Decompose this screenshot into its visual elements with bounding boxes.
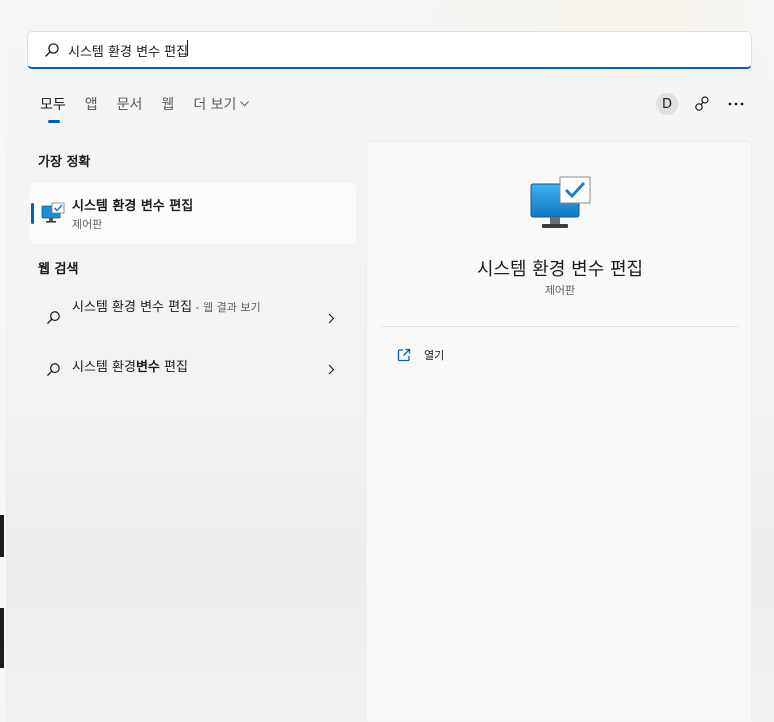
selection-indicator [31, 203, 34, 224]
more-options-button[interactable] [726, 94, 746, 114]
background-window-fragment [0, 515, 4, 557]
chevron-down-icon [240, 101, 250, 107]
open-external-icon [397, 348, 411, 362]
web-result-text-part: 시스템 환경 [72, 360, 136, 375]
preview-pane: 시스템 환경 변수 편집 제어판 열기 [366, 141, 752, 721]
header-actions: D [656, 93, 746, 115]
system-properties-icon [41, 202, 65, 223]
tab-all[interactable]: 모두 [40, 94, 66, 123]
search-icon [45, 42, 59, 57]
text-caret [187, 39, 189, 56]
web-result-suffix: - 웹 결과 보기 [192, 301, 261, 314]
web-result-item[interactable]: 시스템 환경변수 편집 [30, 356, 356, 382]
preview-title: 시스템 환경 변수 편집 [476, 259, 644, 280]
web-result-text: 시스템 환경 변수 편집 - 웹 결과 보기 [72, 297, 297, 318]
open-action-label: 열기 [424, 349, 445, 362]
open-action[interactable]: 열기 [397, 347, 444, 363]
tab-apps[interactable]: 앱 [85, 94, 98, 114]
best-match-heading: 가장 정확 [38, 155, 91, 170]
web-result-query: 시스템 환경 변수 편집 [72, 300, 193, 315]
search-icon [47, 363, 60, 376]
search-box[interactable]: 시스템 환경 변수 편집 [27, 31, 752, 69]
web-result-text-bold: 변수 [135, 360, 160, 375]
tab-web[interactable]: 웹 [161, 94, 174, 114]
background-window-fragment [0, 608, 4, 668]
preview-subtitle: 제어판 [544, 284, 576, 297]
divider [382, 326, 738, 327]
tab-more-label: 더 보기 [193, 97, 237, 113]
system-properties-icon [530, 176, 591, 228]
web-result-text: 시스템 환경변수 편집 [72, 357, 297, 378]
best-match-result[interactable]: 시스템 환경 변수 편집 제어판 [30, 183, 356, 244]
web-result-text-part: 편집 [159, 360, 188, 375]
search-icon [47, 311, 60, 324]
search-input[interactable]: 시스템 환경 변수 편집 [68, 39, 668, 60]
tab-documents[interactable]: 문서 [117, 94, 143, 114]
account-avatar[interactable]: D [656, 93, 678, 115]
web-result-item[interactable]: 시스템 환경 변수 편집 - 웹 결과 보기 [30, 296, 356, 342]
tab-more[interactable]: 더 보기 [193, 94, 250, 114]
chevron-right-icon [328, 313, 335, 324]
filter-tabs: 모두 앱 문서 웹 더 보기 [40, 94, 268, 123]
connected-circles-icon [695, 96, 709, 111]
ellipsis-icon [728, 102, 744, 106]
share-button[interactable] [692, 94, 712, 114]
chevron-right-icon [328, 364, 335, 375]
best-match-title: 시스템 환경 변수 편집 [72, 199, 194, 214]
web-search-heading: 웹 검색 [38, 262, 79, 277]
best-match-subtitle: 제어판 [72, 218, 103, 231]
